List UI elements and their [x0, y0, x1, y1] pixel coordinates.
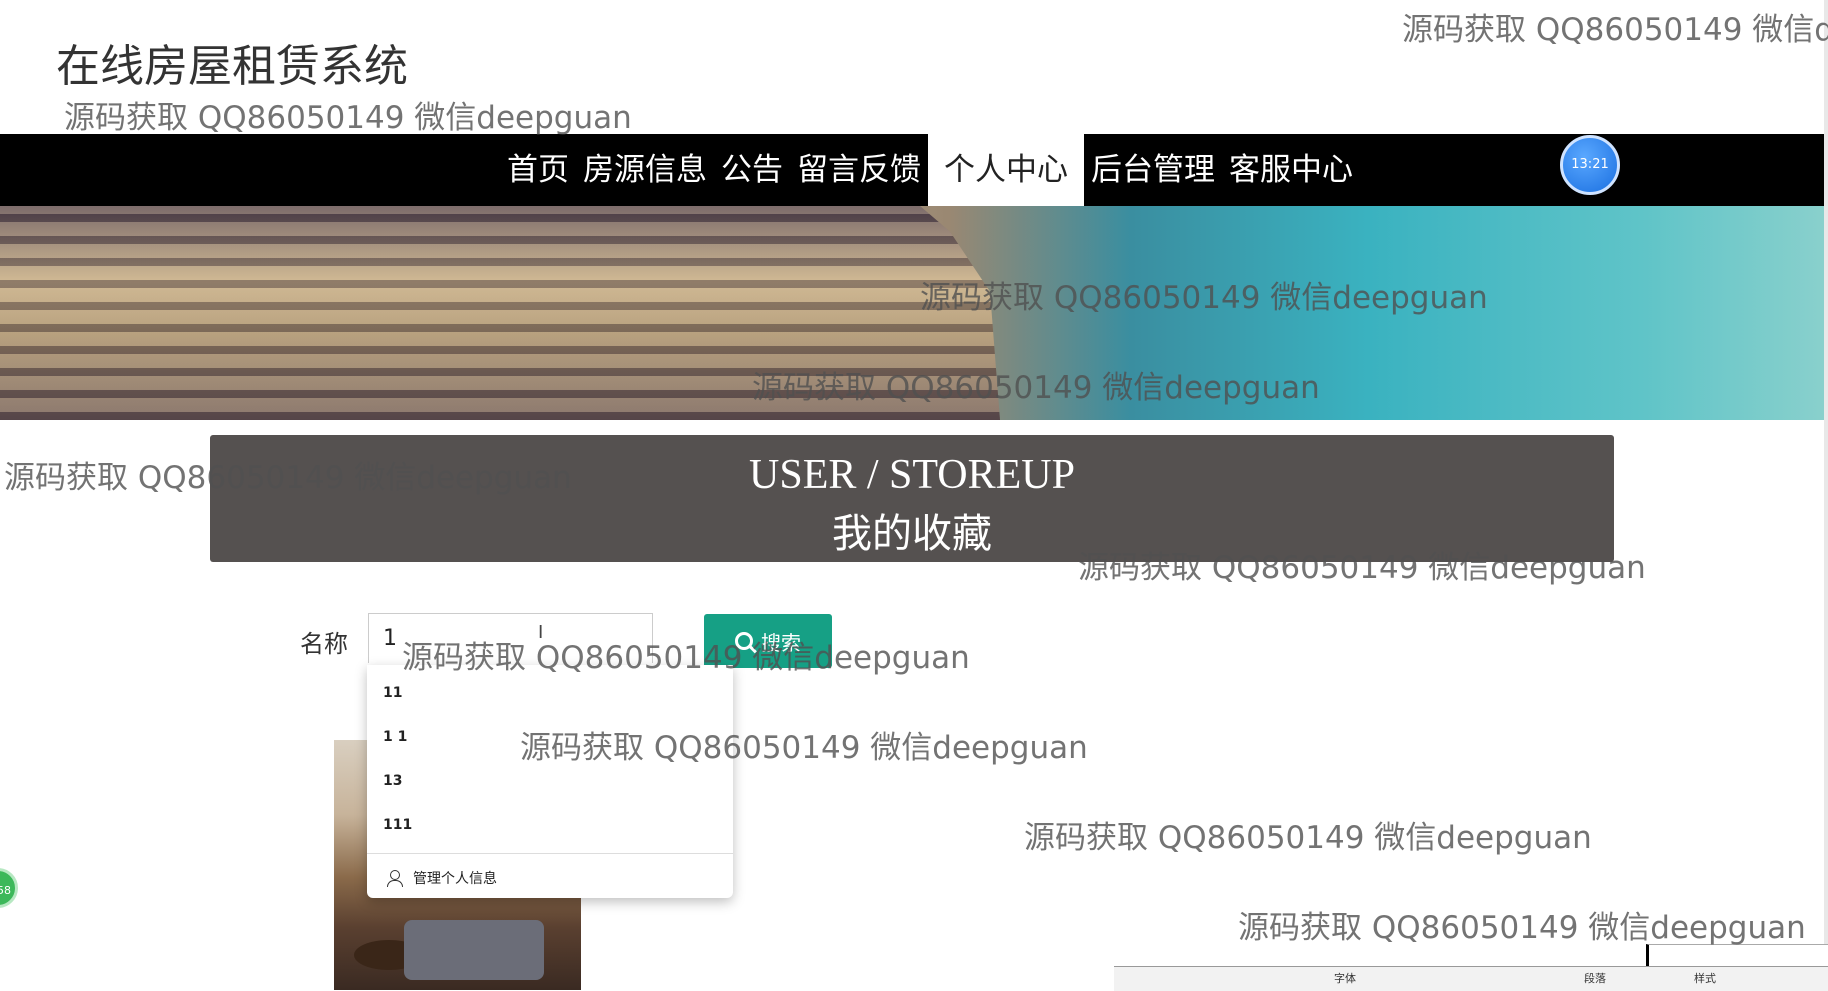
autocomplete-item[interactable]: 11 — [367, 671, 733, 715]
search-button[interactable]: 搜索 — [704, 614, 832, 668]
nav-item-listings[interactable]: 房源信息 — [576, 134, 714, 206]
user-settings-icon — [387, 870, 403, 887]
page-scrollbar[interactable] — [1824, 0, 1828, 990]
nav-item-admin[interactable]: 后台管理 — [1084, 134, 1222, 206]
toolbar-label-font: 字体 — [1334, 972, 1356, 985]
watermark-text: 源码获取 QQ86050149 微信de — [1402, 12, 1828, 48]
autocomplete-item[interactable]: 111 — [367, 803, 733, 847]
watermark-text: 源码获取 QQ86050149 微信deepguan — [64, 100, 632, 136]
search-icon — [735, 632, 753, 650]
nav-item-notices[interactable]: 公告 — [714, 134, 790, 206]
autocomplete-item[interactable]: 13 — [367, 759, 733, 803]
search-button-label: 搜索 — [761, 630, 801, 655]
search-input[interactable] — [368, 613, 653, 663]
toolbar-label-paragraph: 段落 — [1584, 972, 1606, 985]
nav-item-feedback[interactable]: 留言反馈 — [790, 134, 928, 206]
text-cursor-icon: I — [538, 622, 544, 643]
manage-profile-option[interactable]: 管理个人信息 — [367, 854, 733, 902]
watermark-text: 源码获取 QQ86050149 微信deepguan — [1238, 910, 1806, 946]
clock-widget[interactable]: 13:21 — [1560, 135, 1620, 195]
page-header-box: USER / STOREUP 我的收藏 — [210, 435, 1614, 562]
watermark-text: 源码获取 QQ86050149 微信deepguan — [1024, 820, 1592, 856]
nav-item-user-center[interactable]: 个人中心 — [928, 134, 1084, 206]
floating-badge[interactable]: 58 — [0, 868, 18, 908]
search-label: 名称 — [300, 630, 348, 658]
editor-toolbar-strip: 字体 段落 样式 — [1114, 966, 1828, 991]
autocomplete-item[interactable]: 1 1 — [367, 715, 733, 759]
autocomplete-dropdown: 11 1 1 13 111 管理个人信息 — [367, 665, 733, 898]
page-header-english: USER / STOREUP — [749, 452, 1075, 498]
nav-item-home[interactable]: 首页 — [500, 134, 576, 206]
page-header-chinese: 我的收藏 — [832, 511, 992, 557]
main-navbar: 首页 房源信息 公告 留言反馈 个人中心 后台管理 客服中心 — [0, 134, 1824, 206]
site-title: 在线房屋租赁系统 — [56, 41, 408, 92]
banner-sea — [930, 206, 1824, 420]
nav-items: 首页 房源信息 公告 留言反馈 个人中心 后台管理 客服中心 — [500, 134, 1360, 206]
hero-banner-image — [0, 206, 1824, 420]
toolbar-label-style: 样式 — [1694, 972, 1716, 985]
thumb-sofa — [404, 920, 544, 980]
manage-profile-label: 管理个人信息 — [413, 871, 497, 887]
editor-corner-box — [1646, 944, 1828, 968]
nav-item-support[interactable]: 客服中心 — [1222, 134, 1360, 206]
banner-cliff — [0, 206, 1000, 420]
